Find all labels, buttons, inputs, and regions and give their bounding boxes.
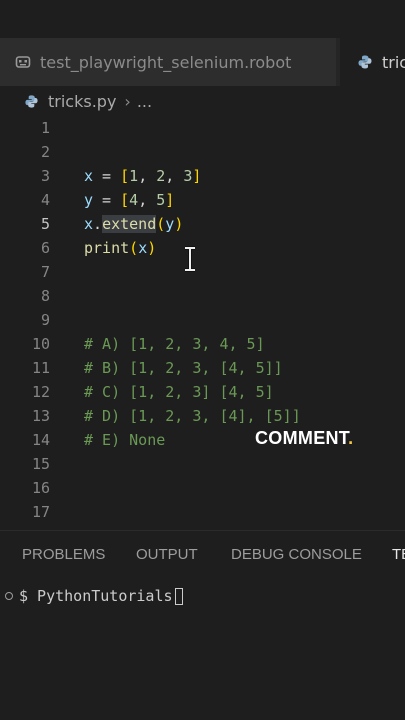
- token-comma: ,: [165, 167, 184, 185]
- terminal-prompt-line: $ PythonTutorials: [0, 584, 183, 608]
- code-line: 6 print(x): [0, 236, 405, 260]
- line-number: 17: [31, 503, 50, 521]
- token-paren: ): [147, 239, 157, 257]
- line-number: 13: [31, 407, 50, 425]
- title-bar: [0, 0, 405, 38]
- comment-option-a: # A) [1, 2, 3, 4, 5]: [84, 335, 265, 353]
- line-number: 14: [31, 431, 50, 449]
- token-dot: .: [93, 215, 103, 233]
- token-bracket: ]: [192, 167, 202, 185]
- editor-tab-bar: test_playwright_selenium.robot tric: [0, 38, 405, 86]
- line-number: 16: [31, 479, 50, 497]
- line-number: 5: [40, 215, 50, 233]
- code-line: 16: [0, 476, 405, 500]
- token-var: y: [84, 191, 94, 209]
- token-var: y: [165, 215, 175, 233]
- line-number: 15: [31, 455, 50, 473]
- token-bracket: ]: [165, 191, 175, 209]
- code-text: x = [1, 2, 3]: [84, 164, 201, 188]
- line-number: 6: [40, 239, 50, 257]
- token-eq: =: [93, 167, 121, 185]
- python-file-icon: [356, 53, 374, 71]
- code-line: 5 x.extend(y): [0, 212, 405, 236]
- code-line: 15: [0, 452, 405, 476]
- python-file-icon: [22, 92, 40, 110]
- token-paren: (: [156, 215, 166, 233]
- tab-terminal[interactable]: TE: [392, 531, 405, 579]
- code-line: 13 # D) [1, 2, 3, [4], [5]]: [0, 404, 405, 428]
- circle-icon: [5, 592, 13, 600]
- token-comma: ,: [138, 191, 157, 209]
- panel-tab-bar: PROBLEMS OUTPUT DEBUG CONSOLE TE: [0, 530, 405, 578]
- line-number: 3: [40, 167, 50, 185]
- tab-output[interactable]: OUTPUT: [136, 531, 198, 579]
- token-bracket: [: [120, 191, 130, 209]
- chevron-right-icon: ›: [124, 91, 131, 111]
- code-editor[interactable]: 1 2 3 x = [1, 2, 3] 4 y = [4, 5] 5 x.ext…: [0, 116, 405, 530]
- terminal-cursor: [174, 587, 183, 605]
- comment-caption: COMMENT.: [255, 428, 353, 449]
- text-cursor-icon: [182, 246, 198, 276]
- code-line: 3 x = [1, 2, 3]: [0, 164, 405, 188]
- line-number: 2: [40, 143, 50, 161]
- caption-dot: .: [348, 428, 354, 448]
- comment-option-c: # C) [1, 2, 3] [4, 5]: [84, 383, 274, 401]
- token-var: x: [84, 215, 94, 233]
- breadcrumb: tricks.py › ...: [0, 86, 405, 116]
- line-number: 7: [40, 263, 50, 281]
- tab-test-playwright-selenium[interactable]: test_playwright_selenium.robot: [0, 38, 336, 86]
- token-num: 1: [129, 167, 139, 185]
- token-num: 5: [156, 191, 166, 209]
- code-line: 1: [0, 116, 405, 140]
- token-paren: ): [174, 215, 184, 233]
- comment-option-e: # E) None: [84, 431, 166, 449]
- terminal[interactable]: $ PythonTutorials: [0, 578, 405, 720]
- code-text: print(x): [84, 236, 156, 260]
- token-var: x: [138, 239, 148, 257]
- line-number: 8: [40, 287, 50, 305]
- token-comma: ,: [138, 167, 157, 185]
- code-line: 2: [0, 140, 405, 164]
- token-bracket: [: [120, 167, 130, 185]
- code-line: 10 # A) [1, 2, 3, 4, 5]: [0, 332, 405, 356]
- code-line: 4 y = [4, 5]: [0, 188, 405, 212]
- tab-tricks-py[interactable]: tric: [340, 38, 405, 86]
- token-var: x: [84, 167, 94, 185]
- line-number: 10: [31, 335, 50, 353]
- code-line: 7: [0, 260, 405, 284]
- code-text: x.extend(y): [84, 212, 183, 236]
- code-line: 17: [0, 500, 405, 524]
- tab-label: test_playwright_selenium.robot: [40, 52, 292, 72]
- token-method-extend: extend: [102, 215, 157, 233]
- code-line: 11 # B) [1, 2, 3, [4, 5]]: [0, 356, 405, 380]
- token-num: 2: [156, 167, 166, 185]
- caption-text: COMMENT: [255, 428, 349, 448]
- token-num: 4: [129, 191, 139, 209]
- robot-file-icon: [14, 53, 32, 71]
- breadcrumb-file[interactable]: tricks.py: [48, 92, 116, 111]
- breadcrumb-more[interactable]: ...: [137, 92, 152, 111]
- line-number: 12: [31, 383, 50, 401]
- line-number: 1: [40, 119, 50, 137]
- token-eq: =: [93, 191, 121, 209]
- terminal-prompt: $ PythonTutorials: [19, 587, 173, 605]
- code-line: 9: [0, 308, 405, 332]
- tab-problems[interactable]: PROBLEMS: [22, 531, 105, 579]
- line-number: 4: [40, 191, 50, 209]
- token-function-print: print: [84, 239, 130, 257]
- comment-option-d: # D) [1, 2, 3, [4], [5]]: [84, 407, 301, 425]
- code-line: 8: [0, 284, 405, 308]
- tab-debug-console[interactable]: DEBUG CONSOLE: [231, 531, 362, 579]
- line-number: 9: [40, 311, 50, 329]
- code-text: y = [4, 5]: [84, 188, 174, 212]
- line-number: 11: [31, 359, 50, 377]
- token-paren: (: [129, 239, 139, 257]
- comment-option-b: # B) [1, 2, 3, [4, 5]]: [84, 359, 283, 377]
- tab-label: tric: [382, 52, 405, 72]
- code-line: 12 # C) [1, 2, 3] [4, 5]: [0, 380, 405, 404]
